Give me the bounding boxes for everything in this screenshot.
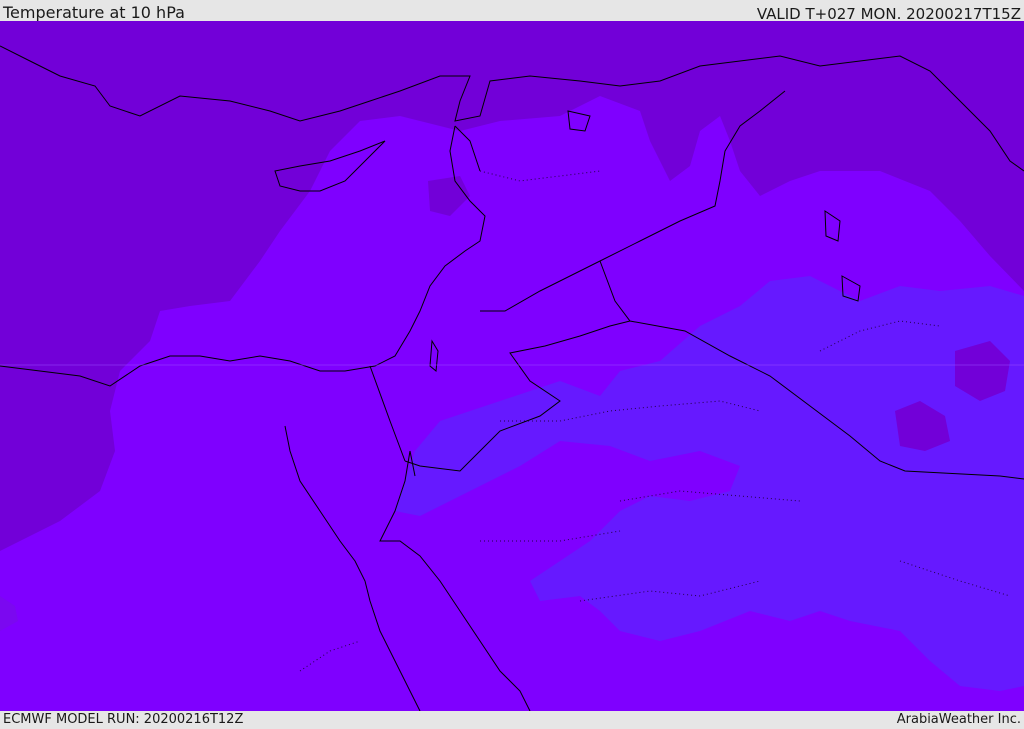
credit-label: ArabiaWeather Inc.: [896, 712, 1021, 727]
map-canvas: [0, 21, 1024, 711]
footer-bar: ECMWF MODEL RUN: 20200216T12Z ArabiaWeat…: [0, 711, 1024, 729]
weather-map[interactable]: [0, 21, 1024, 711]
map-title: Temperature at 10 hPa: [3, 3, 185, 22]
model-run-label: ECMWF MODEL RUN: 20200216T12Z: [3, 712, 244, 727]
header-bar: Temperature at 10 hPa VALID T+027 MON. 2…: [0, 0, 1024, 23]
